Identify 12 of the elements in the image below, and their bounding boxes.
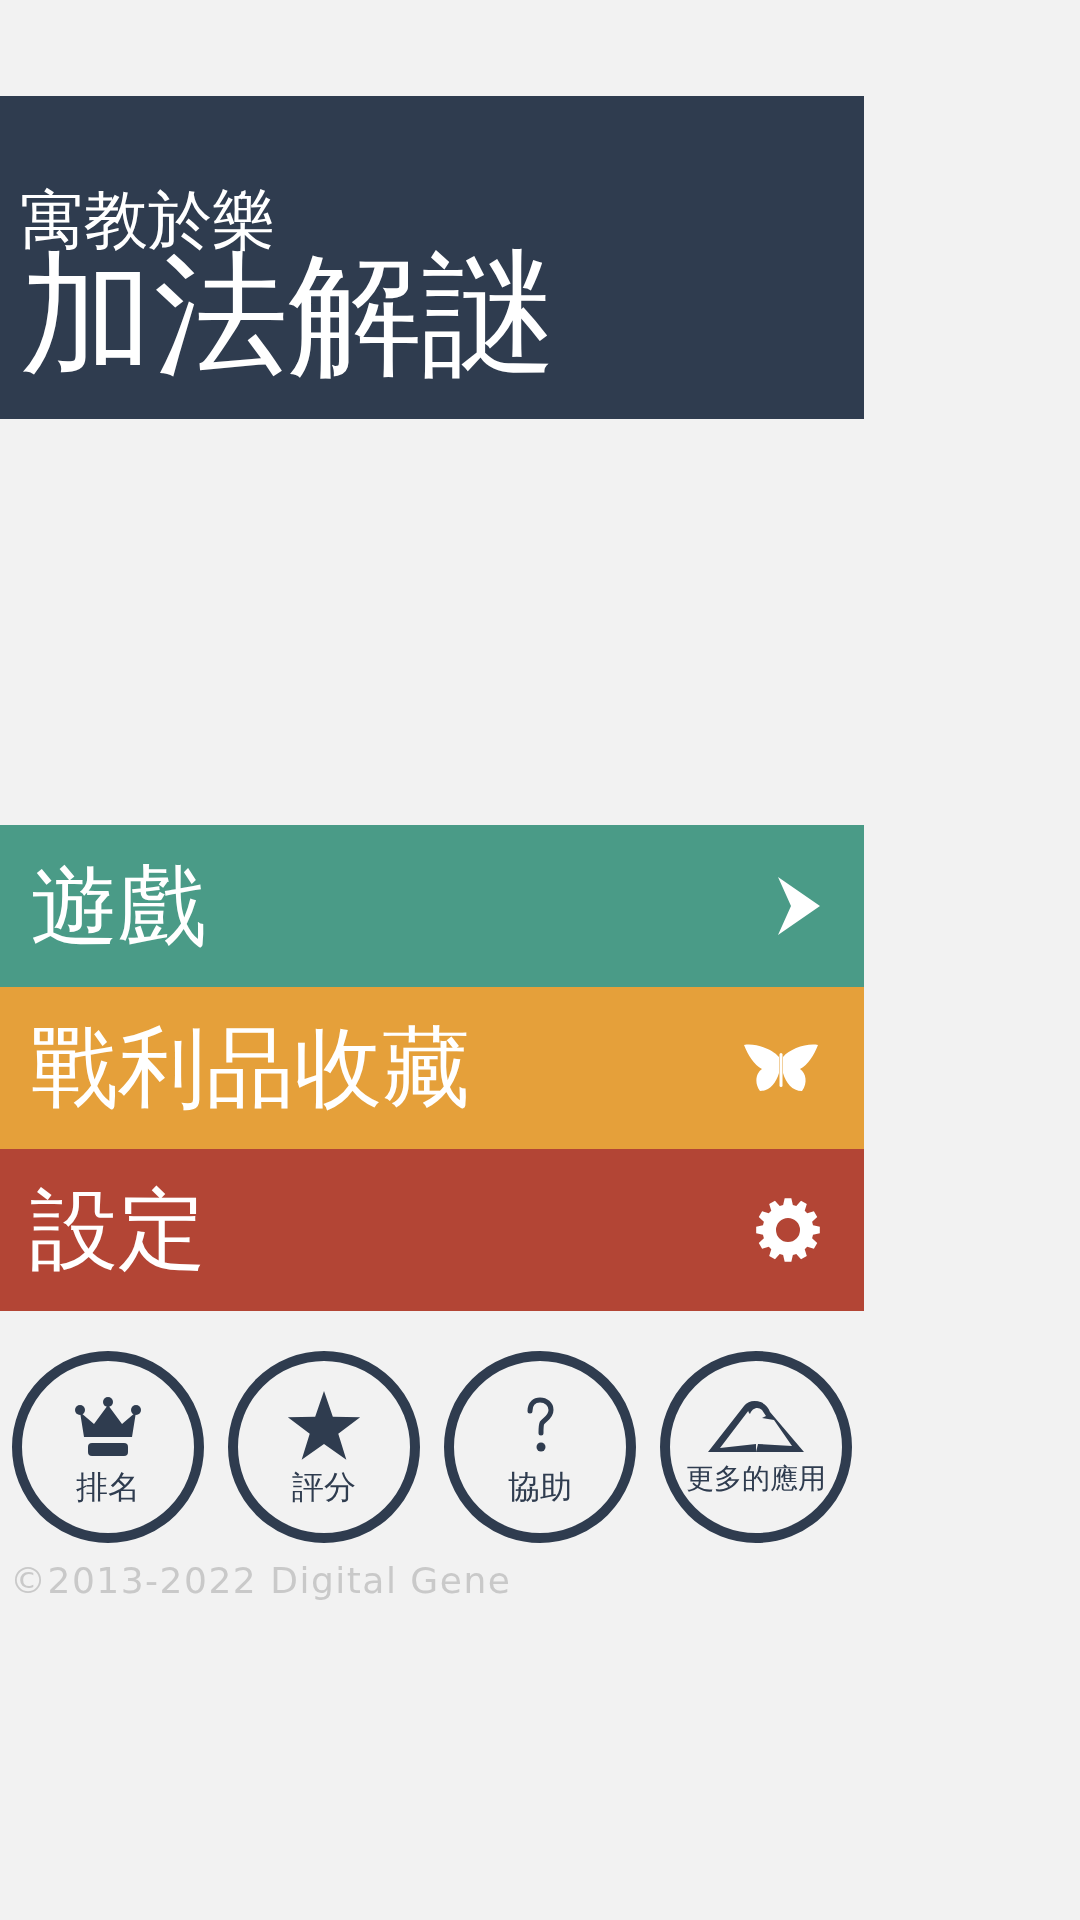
- app-subtitle: 寓教於樂: [20, 188, 276, 252]
- ranking-button[interactable]: 排名: [12, 1351, 204, 1543]
- settings-button[interactable]: 設定: [0, 1149, 864, 1311]
- arrow-icon: [778, 877, 820, 935]
- gear-icon: [756, 1198, 820, 1262]
- more-apps-button[interactable]: 更多的應用: [660, 1351, 852, 1543]
- crown-icon: [75, 1395, 141, 1457]
- rating-button[interactable]: 評分: [228, 1351, 420, 1543]
- help-button[interactable]: 協助: [444, 1351, 636, 1543]
- star-icon: [286, 1391, 362, 1461]
- logo-icon: [708, 1398, 804, 1454]
- butterfly-icon: [742, 1043, 820, 1093]
